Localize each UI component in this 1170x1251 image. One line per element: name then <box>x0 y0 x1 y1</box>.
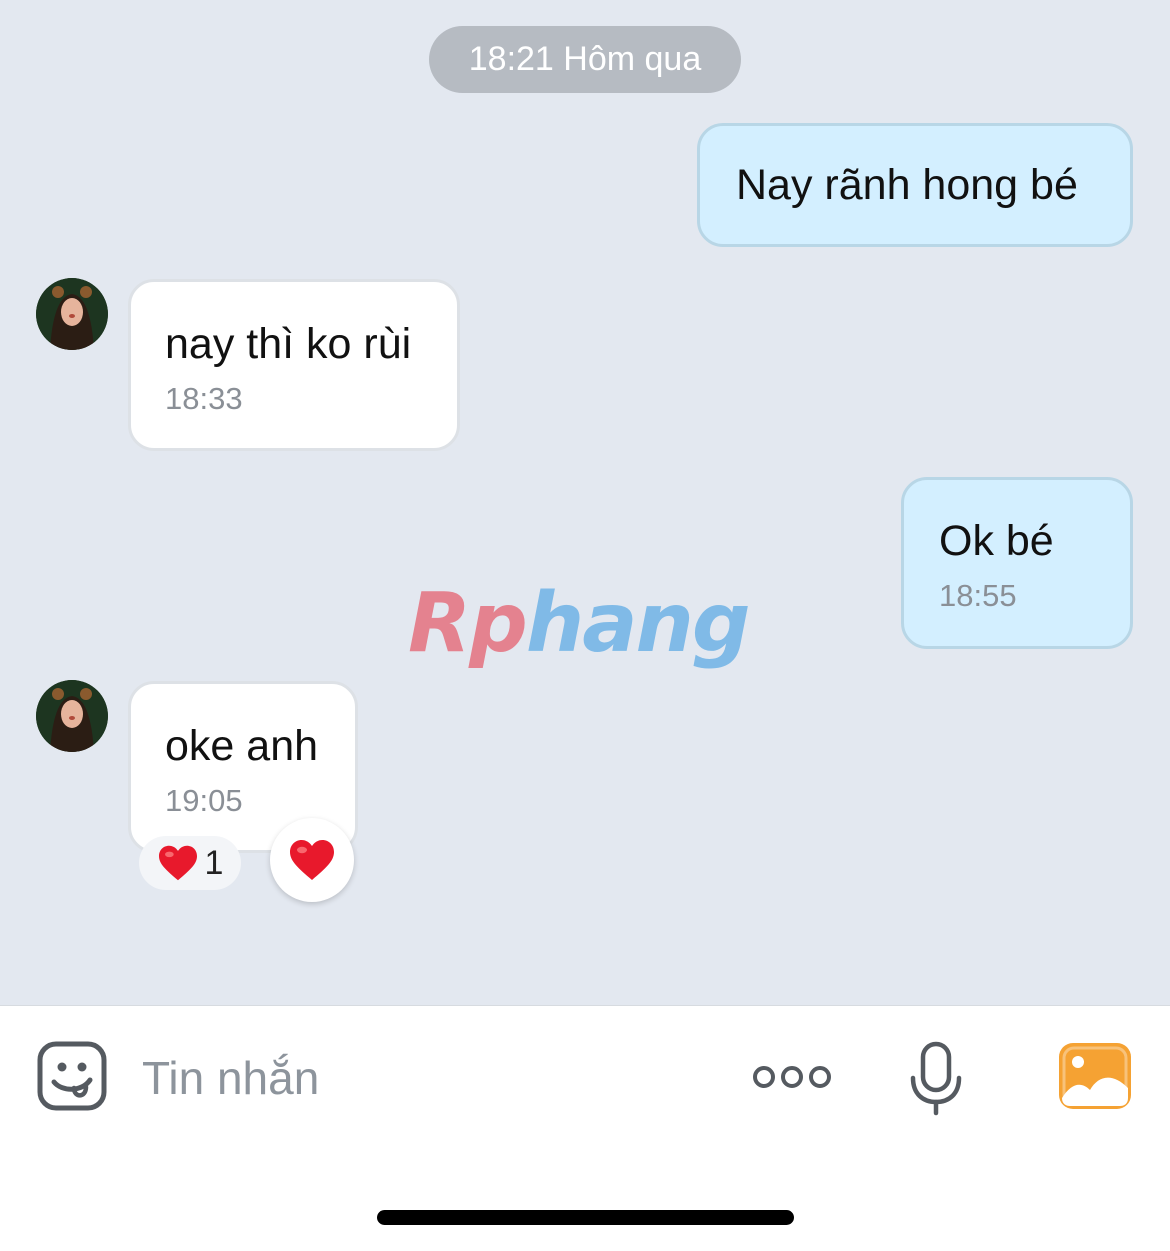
message-text: oke anh <box>165 722 319 770</box>
reaction-count: 1 <box>204 843 224 882</box>
photo-gallery-button[interactable] <box>1058 1042 1132 1110</box>
more-dots-icon <box>753 1066 831 1088</box>
microphone-icon <box>910 1041 962 1116</box>
message-text: nay thì ko rùi <box>165 320 412 368</box>
date-separator: 18:21 Hôm qua <box>429 26 741 93</box>
add-reaction-button[interactable] <box>270 818 354 902</box>
watermark-logo: Rphang <box>408 576 751 671</box>
heart-icon <box>158 845 197 881</box>
contact-avatar[interactable] <box>36 278 108 350</box>
message-text: Ok bé <box>939 517 1054 565</box>
message-time: 18:33 <box>165 381 243 416</box>
message-text: Nay rãnh hong bé <box>736 161 1078 209</box>
message-bubble-sent[interactable]: Nay rãnh hong bé <box>697 123 1133 247</box>
reaction-summary[interactable]: 1 <box>139 836 241 890</box>
chat-area[interactable]: 18:21 Hôm qua Nay rãnh hong bé nay thì k… <box>0 0 1170 1005</box>
message-time: 19:05 <box>165 783 243 818</box>
message-input[interactable]: Tin nhắn <box>142 1050 319 1106</box>
message-time: 18:55 <box>939 578 1017 613</box>
message-bubble-sent[interactable]: Ok bé 18:55 <box>901 477 1133 649</box>
more-options-button[interactable] <box>750 1060 834 1094</box>
contact-avatar[interactable] <box>36 680 108 752</box>
emoji-sticker-icon <box>37 1041 107 1111</box>
home-indicator[interactable] <box>377 1210 794 1225</box>
emoji-sticker-button[interactable] <box>36 1040 108 1112</box>
heart-icon <box>290 840 334 880</box>
photo-gallery-icon <box>1059 1043 1131 1109</box>
message-bubble-received[interactable]: nay thì ko rùi 18:33 <box>128 279 460 451</box>
voice-message-button[interactable] <box>906 1040 966 1116</box>
